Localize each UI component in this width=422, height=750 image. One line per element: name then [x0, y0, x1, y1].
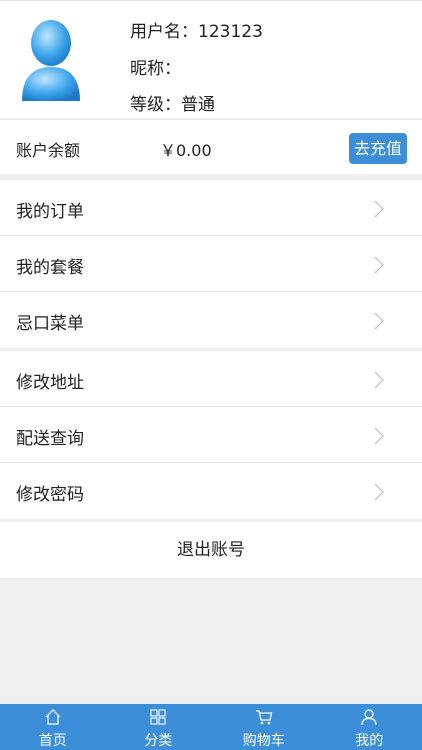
- menu-item-my-orders[interactable]: 我的订单: [0, 180, 422, 236]
- balance-label: 账户余额: [16, 141, 81, 160]
- user-avatar-icon: [22, 20, 80, 101]
- balance-amount: ￥0.00: [160, 141, 212, 160]
- balance-row: 账户余额 ￥0.00 去充值: [0, 119, 422, 174]
- cart-icon: [255, 710, 272, 725]
- tab-label: 分类: [144, 733, 173, 749]
- recharge-button[interactable]: 去充值: [349, 133, 407, 164]
- menu-item-label: 我的套餐: [16, 258, 84, 278]
- menu-item-edit-address[interactable]: 修改地址: [0, 351, 422, 407]
- bottom-tab-bar: 首页 分类 购物车 我的: [0, 704, 422, 750]
- chevron-right-icon: [374, 256, 384, 274]
- chevron-right-icon: [374, 427, 384, 445]
- chevron-right-icon: [374, 312, 384, 330]
- tab-home[interactable]: 首页: [0, 704, 106, 750]
- tab-label: 首页: [38, 733, 67, 749]
- nickname-text: 昵称：: [130, 59, 181, 79]
- logout-button[interactable]: 退出账号: [0, 522, 422, 578]
- menu-item-label: 修改地址: [16, 373, 84, 393]
- menu-item-label: 我的订单: [16, 202, 84, 222]
- grid-icon: [150, 709, 166, 725]
- menu-item-label: 配送查询: [16, 429, 84, 449]
- menu-item-diet-restrictions[interactable]: 忌口菜单: [0, 292, 422, 348]
- profile-card: 用户名：123123 昵称： 等级：普通: [0, 0, 422, 118]
- menu-item-label: 修改密码: [16, 485, 84, 505]
- level-text: 等级：普通: [130, 95, 215, 115]
- tab-label: 购物车: [242, 733, 285, 749]
- tab-cart[interactable]: 购物车: [211, 704, 317, 750]
- tab-label: 我的: [355, 733, 384, 749]
- tab-category[interactable]: 分类: [106, 704, 212, 750]
- chevron-right-icon: [374, 483, 384, 501]
- username-text: 用户名：123123: [130, 22, 263, 42]
- menu-item-label: 忌口菜单: [16, 314, 84, 334]
- chevron-right-icon: [374, 200, 384, 218]
- menu-group-orders: 我的订单 我的套餐 忌口菜单: [0, 180, 422, 348]
- menu-item-delivery-tracking[interactable]: 配送查询: [0, 407, 422, 463]
- tab-mine[interactable]: 我的: [317, 704, 422, 750]
- home-icon: [45, 709, 61, 725]
- menu-group-settings: 修改地址 配送查询 修改密码: [0, 351, 422, 519]
- chevron-right-icon: [374, 371, 384, 389]
- menu-item-my-packages[interactable]: 我的套餐: [0, 236, 422, 292]
- user-icon: [361, 709, 377, 726]
- menu-item-change-password[interactable]: 修改密码: [0, 463, 422, 519]
